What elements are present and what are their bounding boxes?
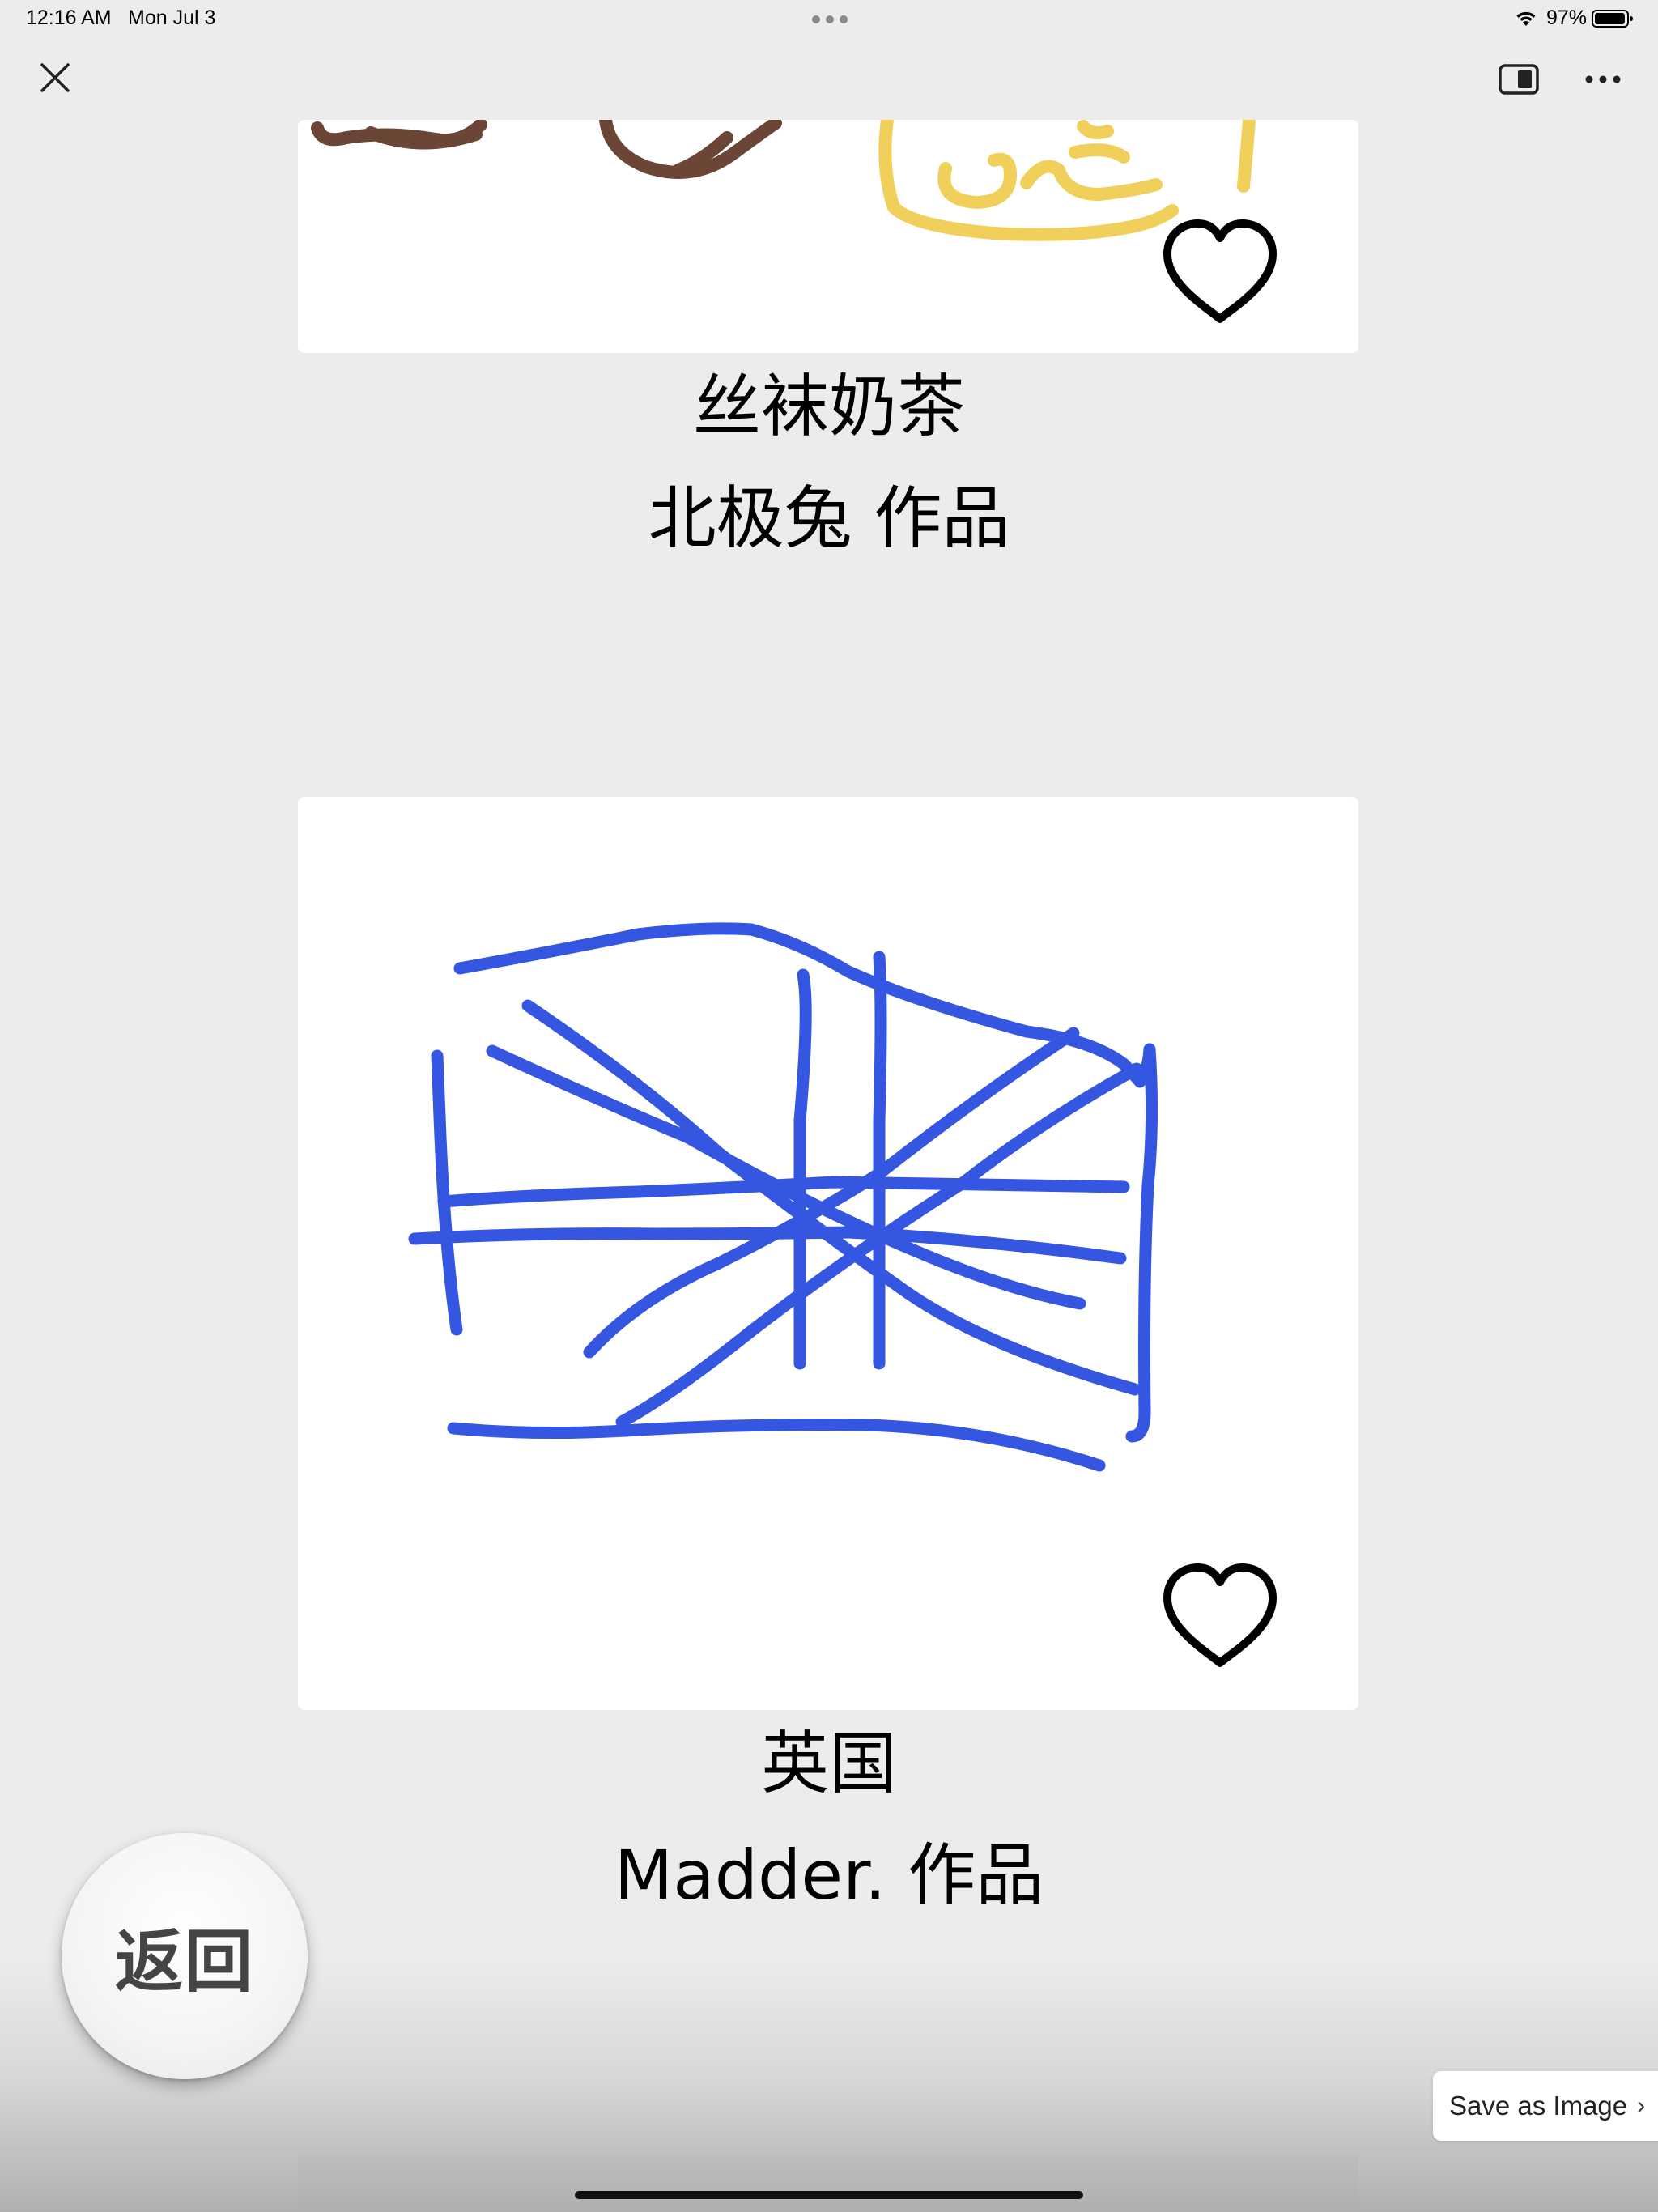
back-button-label: 返回 (114, 1921, 254, 2001)
artwork-card-1[interactable] (298, 120, 1358, 353)
chevron-right-icon: › (1637, 2092, 1646, 2119)
app-screen: 12:16 AM Mon Jul 3 97% 丝袜奶茶 北极兔 作品 英国 Ma… (0, 0, 1658, 2212)
heart-icon[interactable] (1159, 219, 1281, 327)
artwork-title-2: 英国 (760, 1724, 897, 1803)
wifi-icon (1516, 11, 1536, 26)
more-button[interactable] (1579, 57, 1627, 102)
close-button[interactable] (29, 52, 81, 104)
battery-percent: 97% (1546, 6, 1588, 29)
status-time: 12:16 AM (26, 6, 112, 29)
heart-icon[interactable] (1159, 1563, 1281, 1671)
multitask-dots-icon[interactable] (811, 15, 848, 24)
more-icon (1585, 75, 1621, 83)
artwork-author-1: 北极兔 作品 (648, 479, 1010, 558)
artwork-card-3[interactable] (298, 2154, 1358, 2212)
artwork-title-1: 丝袜奶茶 (692, 367, 965, 446)
artwork-card-2[interactable] (298, 797, 1358, 1710)
status-date: Mon Jul 3 (128, 6, 216, 29)
home-indicator[interactable] (575, 2191, 1083, 2199)
split-view-button[interactable] (1493, 57, 1545, 102)
close-icon (40, 63, 70, 92)
split-view-icon (1499, 64, 1539, 95)
save-as-image-button[interactable]: Save as Image › (1433, 2071, 1658, 2141)
save-as-image-label: Save as Image (1449, 2091, 1628, 2121)
back-button[interactable]: 返回 (62, 1833, 308, 2079)
status-bar: 12:16 AM Mon Jul 3 97% (0, 0, 1658, 39)
battery-icon (1592, 10, 1633, 28)
